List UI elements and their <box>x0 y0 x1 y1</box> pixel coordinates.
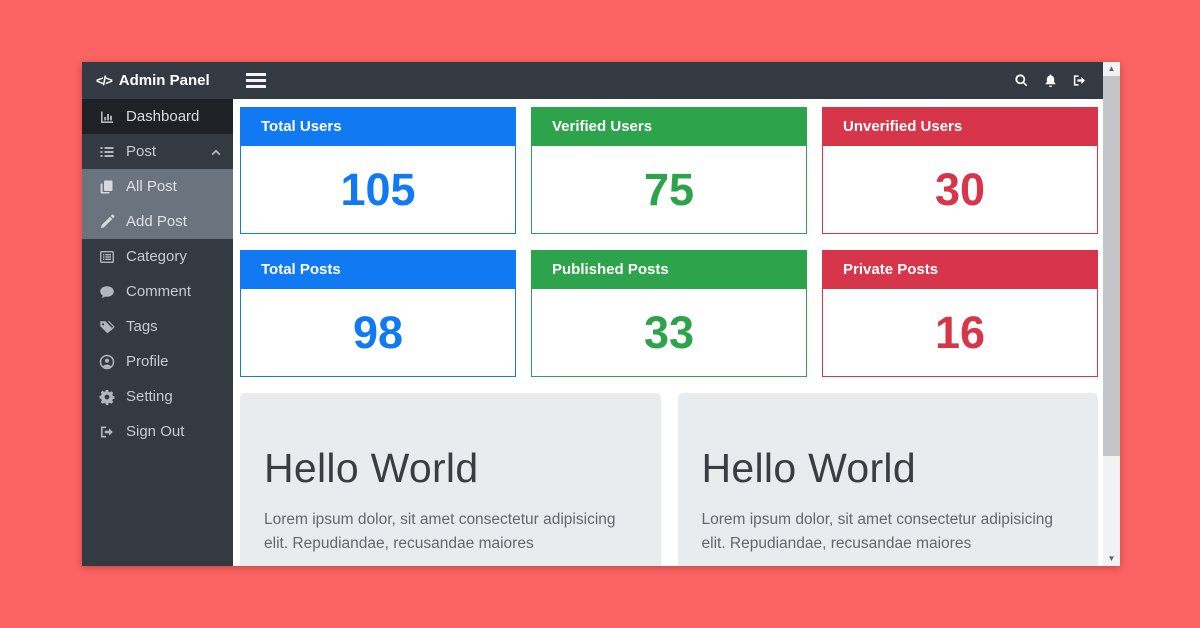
sidebar-item-label: Dashboard <box>126 108 199 125</box>
stat-card-value: 105 <box>241 146 515 233</box>
sidebar-item-label: Tags <box>126 318 158 335</box>
sidebar-item-dashboard[interactable]: Dashboard <box>82 99 233 134</box>
sidebar-item-label: Setting <box>126 388 173 405</box>
stat-card-verified-users: Verified Users 75 <box>531 107 807 234</box>
sidebar-item-label: Add Post <box>126 213 187 230</box>
sign-out-icon <box>98 424 115 440</box>
sidebar-item-add-post[interactable]: Add Post <box>82 204 233 239</box>
scrollbar[interactable]: ▲ ▼ <box>1103 62 1120 566</box>
app-window: </> Admin Panel Dashboard <box>82 62 1120 566</box>
brand-label: Admin Panel <box>119 72 210 89</box>
stat-card-value: 33 <box>532 289 806 376</box>
sidebar-item-profile[interactable]: Profile <box>82 344 233 379</box>
jumbotron-title: Hello World <box>702 445 1075 492</box>
stats-row-posts: Total Posts 98 Published Posts 33 Privat… <box>240 250 1098 377</box>
stats-row-users: Total Users 105 Verified Users 75 Unveri… <box>240 107 1098 234</box>
sidebar-item-category[interactable]: Category <box>82 239 233 274</box>
stat-card-value: 98 <box>241 289 515 376</box>
sidebar-item-post[interactable]: Post <box>82 134 233 169</box>
user-circle-icon <box>98 354 115 370</box>
stat-card-title: Total Users <box>241 108 515 146</box>
jumbotron-text: Lorem ipsum dolor, sit amet consectetur … <box>264 508 634 556</box>
brand-link[interactable]: </> Admin Panel <box>96 72 244 89</box>
pen-icon <box>98 214 115 230</box>
bell-icon[interactable] <box>1043 73 1058 88</box>
chevron-up-icon <box>211 147 221 157</box>
stat-card-value: 75 <box>532 146 806 233</box>
stat-card-title: Published Posts <box>532 251 806 289</box>
jumbotron-text: Lorem ipsum dolor, sit amet consectetur … <box>702 508 1072 556</box>
navbar-right-icons <box>1014 73 1087 88</box>
jumbotron-left: Hello World Lorem ipsum dolor, sit amet … <box>240 393 661 566</box>
hamburger-icon[interactable] <box>244 69 268 92</box>
sign-out-icon[interactable] <box>1072 73 1087 88</box>
jumbotron-row: Hello World Lorem ipsum dolor, sit amet … <box>240 393 1098 566</box>
scroll-down-arrow[interactable]: ▼ <box>1103 552 1120 566</box>
sidebar-item-label: All Post <box>126 178 177 195</box>
sidebar-item-sign-out[interactable]: Sign Out <box>82 414 233 449</box>
comment-icon <box>98 284 115 300</box>
sidebar-item-label: Profile <box>126 353 169 370</box>
top-navbar: </> Admin Panel <box>82 62 1103 99</box>
tags-icon <box>98 319 115 335</box>
stat-card-title: Unverified Users <box>823 108 1097 146</box>
code-icon: </> <box>96 73 112 88</box>
sidebar-item-label: Category <box>126 248 187 265</box>
sidebar-item-setting[interactable]: Setting <box>82 379 233 414</box>
stat-card-total-posts: Total Posts 98 <box>240 250 516 377</box>
stat-card-unverified-users: Unverified Users 30 <box>822 107 1098 234</box>
gear-icon <box>98 389 115 405</box>
sidebar-item-label: Sign Out <box>126 423 184 440</box>
jumbotron-right: Hello World Lorem ipsum dolor, sit amet … <box>678 393 1099 566</box>
stat-card-title: Total Posts <box>241 251 515 289</box>
stat-card-title: Verified Users <box>532 108 806 146</box>
stat-card-value: 30 <box>823 146 1097 233</box>
sidebar: Dashboard Post All Post <box>82 99 233 566</box>
chart-bar-icon <box>98 109 115 125</box>
jumbotron-title: Hello World <box>264 445 637 492</box>
sidebar-item-comment[interactable]: Comment <box>82 274 233 309</box>
stat-card-title: Private Posts <box>823 251 1097 289</box>
sidebar-item-all-post[interactable]: All Post <box>82 169 233 204</box>
sidebar-item-label: Comment <box>126 283 191 300</box>
sidebar-item-tags[interactable]: Tags <box>82 309 233 344</box>
copy-icon <box>98 179 115 195</box>
sidebar-item-label: Post <box>126 143 156 160</box>
search-icon[interactable] <box>1014 73 1029 88</box>
stat-card-private-posts: Private Posts 16 <box>822 250 1098 377</box>
stat-card-total-users: Total Users 105 <box>240 107 516 234</box>
scroll-thumb[interactable] <box>1103 76 1120 456</box>
main-content: Total Users 105 Verified Users 75 Unveri… <box>233 99 1103 566</box>
scroll-up-arrow[interactable]: ▲ <box>1103 62 1120 76</box>
stat-card-published-posts: Published Posts 33 <box>531 250 807 377</box>
stat-card-value: 16 <box>823 289 1097 376</box>
list-alt-icon <box>98 249 115 265</box>
list-icon <box>98 144 115 160</box>
